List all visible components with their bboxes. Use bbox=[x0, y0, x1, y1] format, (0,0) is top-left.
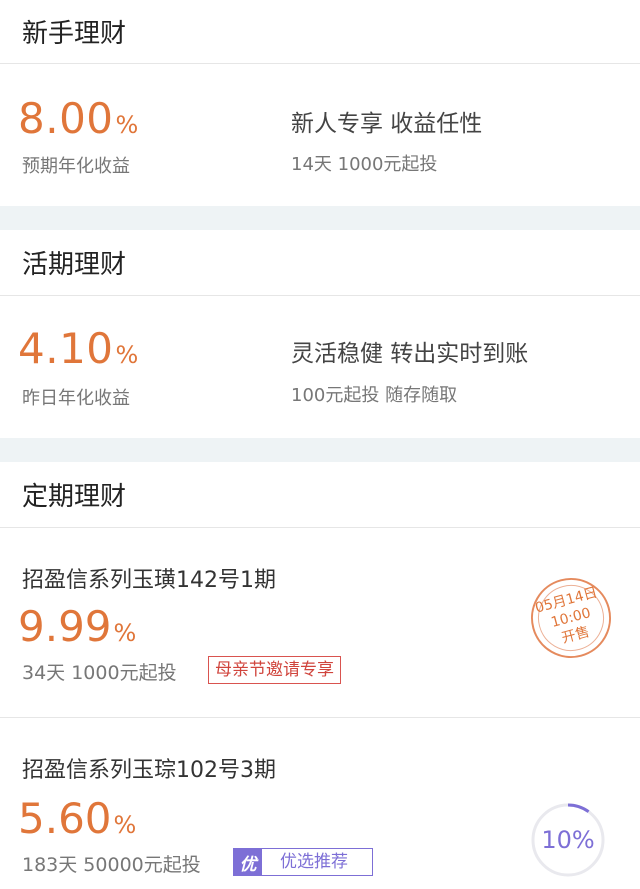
annual-rate: 5.60% bbox=[18, 794, 137, 843]
newbie-section: 新手理财 8.00% 预期年化收益 新人专享 收益任性 14天 1000元起投 bbox=[0, 0, 640, 206]
recommend-tag-text: 优选推荐 bbox=[280, 852, 348, 872]
current-section: 活期理财 4.10% 昨日年化收益 灵活稳健 转出实时到账 100元起投 随存随… bbox=[0, 230, 640, 438]
annual-rate: 9.99% bbox=[18, 602, 137, 651]
current-product-row[interactable]: 4.10% 昨日年化收益 灵活稳健 转出实时到账 100元起投 随存随取 bbox=[0, 296, 640, 436]
fixed-product-item[interactable]: 招盈信系列玉琮102号3期 5.60% 183天 50000元起投 优 优选推荐… bbox=[0, 718, 640, 889]
fixed-section: 定期理财 招盈信系列玉璜142号1期 9.99% 34天 1000元起投 母亲节… bbox=[0, 462, 640, 889]
newbie-product-row[interactable]: 8.00% 预期年化收益 新人专享 收益任性 14天 1000元起投 bbox=[0, 64, 640, 204]
section-header: 新手理财 bbox=[0, 0, 640, 64]
product-terms: 34天 1000元起投 bbox=[22, 662, 177, 684]
product-terms: 14天 1000元起投 bbox=[291, 154, 438, 175]
progress-percent: 10% bbox=[541, 826, 595, 854]
product-slogan: 新人专享 收益任性 bbox=[291, 111, 483, 137]
section-title: 活期理财 bbox=[22, 250, 127, 280]
product-name: 招盈信系列玉璜142号1期 bbox=[22, 568, 276, 593]
section-title: 定期理财 bbox=[22, 482, 127, 512]
recommend-badge-icon: 优 bbox=[234, 849, 262, 875]
sale-time-stamp: 05月14日 10:00 开售 bbox=[522, 569, 620, 667]
section-header: 定期理财 bbox=[0, 462, 640, 528]
section-header: 活期理财 bbox=[0, 230, 640, 296]
product-name: 招盈信系列玉琮102号3期 bbox=[22, 758, 276, 783]
product-terms: 183天 50000元起投 bbox=[22, 854, 201, 876]
fixed-product-item[interactable]: 招盈信系列玉璜142号1期 9.99% 34天 1000元起投 母亲节邀请专享 … bbox=[0, 528, 640, 718]
annual-rate: 8.00% bbox=[18, 94, 139, 143]
recommend-tag: 优 优选推荐 bbox=[233, 848, 373, 876]
section-title: 新手理财 bbox=[22, 19, 127, 49]
rate-label: 昨日年化收益 bbox=[22, 388, 130, 409]
rate-label: 预期年化收益 bbox=[22, 156, 130, 177]
product-slogan: 灵活稳健 转出实时到账 bbox=[291, 341, 529, 367]
annual-rate: 4.10% bbox=[18, 324, 139, 373]
product-terms: 100元起投 随存随取 bbox=[291, 385, 458, 406]
promo-tag: 母亲节邀请专享 bbox=[208, 656, 341, 684]
wealth-product-list: 新手理财 8.00% 预期年化收益 新人专享 收益任性 14天 1000元起投 … bbox=[0, 0, 640, 889]
